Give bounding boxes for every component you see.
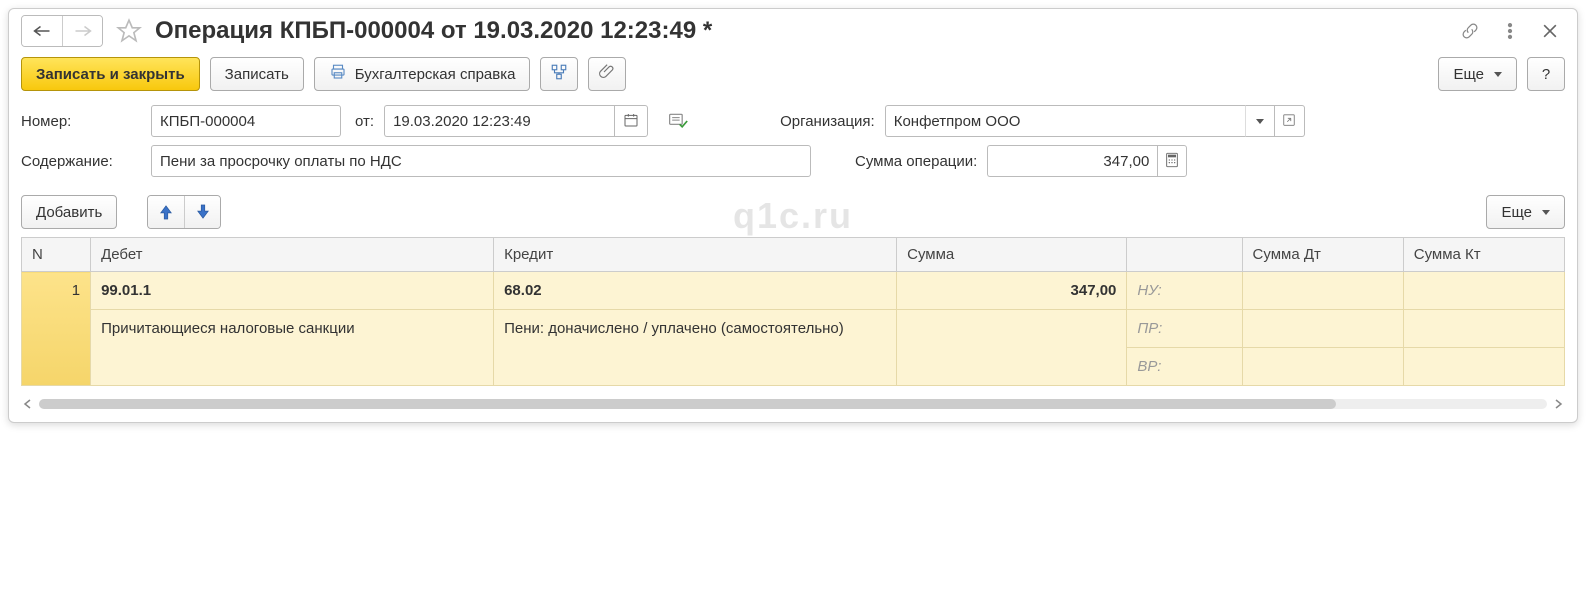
nav-back-button[interactable] xyxy=(22,16,62,46)
cell-sum[interactable]: 347,00 xyxy=(897,272,1127,310)
calendar-button[interactable] xyxy=(614,105,648,137)
cell-debit-account[interactable]: 99.01.1 xyxy=(91,272,494,310)
org-input[interactable]: Конфетпром ООО xyxy=(885,105,1245,137)
cell-credit-desc[interactable]: Пени: доначислено / уплачено (самостояте… xyxy=(494,310,897,386)
link-icon[interactable] xyxy=(1459,20,1481,42)
scroll-left-icon[interactable] xyxy=(21,397,35,411)
nav-back-forward xyxy=(21,15,103,47)
col-header-sum-dt[interactable]: Сумма Дт xyxy=(1242,238,1403,272)
cell-vr-label: ВР: xyxy=(1127,348,1242,386)
cell-sum-dt-vr[interactable] xyxy=(1242,348,1403,386)
write-button[interactable]: Записать xyxy=(210,57,304,91)
write-label: Записать xyxy=(225,66,289,83)
accounting-ref-label: Бухгалтерская справка xyxy=(355,66,516,83)
page-title: Операция КПБП-000004 от 19.03.2020 12:23… xyxy=(155,17,1449,45)
total-input[interactable]: 347,00 xyxy=(987,145,1157,177)
org-label: Организация: xyxy=(780,113,875,130)
move-up-button[interactable] xyxy=(148,196,184,228)
entries-table: N Дебет Кредит Сумма Сумма Дт Сумма Кт 1… xyxy=(21,237,1565,386)
paperclip-icon xyxy=(598,63,616,85)
table-more-label: Еще xyxy=(1501,204,1532,221)
add-row-button[interactable]: Добавить xyxy=(21,195,117,229)
kebab-menu-icon[interactable] xyxy=(1499,20,1521,42)
date-input[interactable]: 19.03.2020 12:23:49 xyxy=(384,105,614,137)
col-header-n[interactable]: N xyxy=(22,238,91,272)
nav-forward-button[interactable] xyxy=(62,16,102,46)
org-dropdown-button[interactable] xyxy=(1245,105,1275,137)
more-label: Еще xyxy=(1453,66,1484,83)
total-label: Сумма операции: xyxy=(855,153,977,170)
horizontal-scrollbar[interactable] xyxy=(21,396,1565,412)
cell-sum-sub[interactable] xyxy=(897,310,1127,386)
table-more-button[interactable]: Еще xyxy=(1486,195,1565,229)
chevron-down-icon xyxy=(1256,119,1264,124)
col-header-sum-kt[interactable]: Сумма Кт xyxy=(1403,238,1564,272)
move-down-button[interactable] xyxy=(184,196,220,228)
chevron-down-icon xyxy=(1542,210,1550,215)
cell-credit-account[interactable]: 68.02 xyxy=(494,272,897,310)
col-header-sum[interactable]: Сумма xyxy=(897,238,1127,272)
close-icon[interactable] xyxy=(1539,20,1561,42)
date-label: от: xyxy=(355,113,374,130)
attach-button[interactable] xyxy=(588,57,626,91)
cell-row-number: 1 xyxy=(22,272,91,386)
cell-debit-desc[interactable]: Причитающиеся налоговые санкции xyxy=(91,310,494,386)
cell-sum-kt-vr[interactable] xyxy=(1403,348,1564,386)
table-row[interactable]: Причитающиеся налоговые санкции Пени: до… xyxy=(22,310,1565,348)
cell-sum-kt-pr[interactable] xyxy=(1403,310,1564,348)
write-and-close-label: Записать и закрыть xyxy=(36,66,185,83)
calculator-button[interactable] xyxy=(1157,145,1187,177)
col-header-debit[interactable]: Дебет xyxy=(91,238,494,272)
chevron-down-icon xyxy=(1494,72,1502,77)
help-label: ? xyxy=(1542,66,1550,83)
scroll-track[interactable] xyxy=(39,399,1547,409)
cell-sum-kt[interactable] xyxy=(1403,272,1564,310)
col-header-credit[interactable]: Кредит xyxy=(494,238,897,272)
scroll-thumb[interactable] xyxy=(39,399,1336,409)
scroll-right-icon[interactable] xyxy=(1551,397,1565,411)
cell-sum-dt[interactable] xyxy=(1242,272,1403,310)
more-button[interactable]: Еще xyxy=(1438,57,1517,91)
content-label: Содержание: xyxy=(21,153,141,170)
move-row-group xyxy=(147,195,221,229)
calendar-icon xyxy=(623,112,639,131)
col-header-blank[interactable] xyxy=(1127,238,1242,272)
org-open-button[interactable] xyxy=(1275,105,1305,137)
add-row-label: Добавить xyxy=(36,204,102,221)
help-button[interactable]: ? xyxy=(1527,57,1565,91)
printer-icon xyxy=(329,63,347,85)
structure-button[interactable] xyxy=(540,57,578,91)
cell-sum-dt-pr[interactable] xyxy=(1242,310,1403,348)
favorite-star-icon[interactable] xyxy=(113,15,145,47)
content-input[interactable]: Пени за просрочку оплаты по НДС xyxy=(151,145,811,177)
calculator-icon xyxy=(1165,152,1179,171)
write-and-close-button[interactable]: Записать и закрыть xyxy=(21,57,200,91)
number-label: Номер: xyxy=(21,113,141,130)
note-check-icon[interactable] xyxy=(668,112,688,130)
cell-nu-label: НУ: xyxy=(1127,272,1242,310)
accounting-ref-button[interactable]: Бухгалтерская справка xyxy=(314,57,531,91)
cell-pr-label: ПР: xyxy=(1127,310,1242,348)
open-dialog-icon xyxy=(1282,113,1296,130)
structure-icon xyxy=(550,63,568,85)
table-row[interactable]: 1 99.01.1 68.02 347,00 НУ: xyxy=(22,272,1565,310)
number-input[interactable]: КПБП-000004 xyxy=(151,105,341,137)
